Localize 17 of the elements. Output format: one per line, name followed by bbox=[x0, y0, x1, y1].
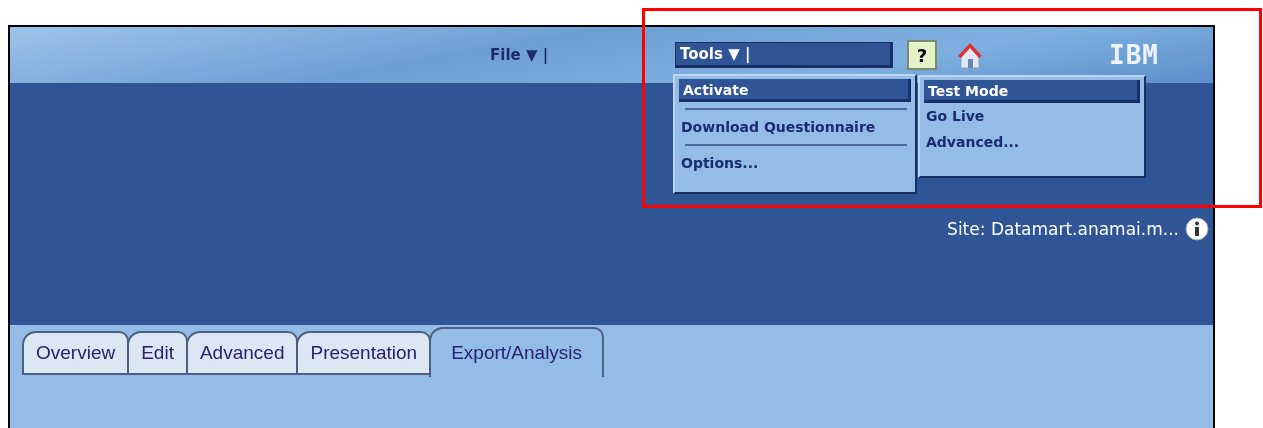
tools-menu[interactable]: Tools ▼ | bbox=[675, 42, 893, 68]
menu-item[interactable]: Advanced... bbox=[924, 129, 1140, 155]
tab[interactable]: Advanced bbox=[185, 331, 299, 375]
tab[interactable]: Overview bbox=[22, 331, 130, 375]
menu-item[interactable]: Test Mode bbox=[924, 80, 1140, 103]
tab[interactable]: Presentation bbox=[296, 331, 432, 375]
logo: IBM bbox=[1109, 40, 1159, 70]
menu-item[interactable]: Download Questionnaire bbox=[679, 116, 911, 138]
tab[interactable]: Edit bbox=[127, 331, 188, 375]
help-button[interactable]: ? bbox=[907, 40, 937, 70]
site-label: Site: Datamart.anamai.m... bbox=[947, 219, 1179, 239]
menu-item[interactable]: Activate bbox=[679, 79, 911, 102]
info-icon[interactable] bbox=[1185, 217, 1209, 241]
menu-item[interactable]: Go Live bbox=[924, 103, 1140, 129]
menu-item[interactable]: Options... bbox=[679, 152, 911, 174]
tab[interactable]: Export/Analysis bbox=[429, 327, 605, 377]
file-menu[interactable]: File ▼ | bbox=[490, 46, 675, 64]
